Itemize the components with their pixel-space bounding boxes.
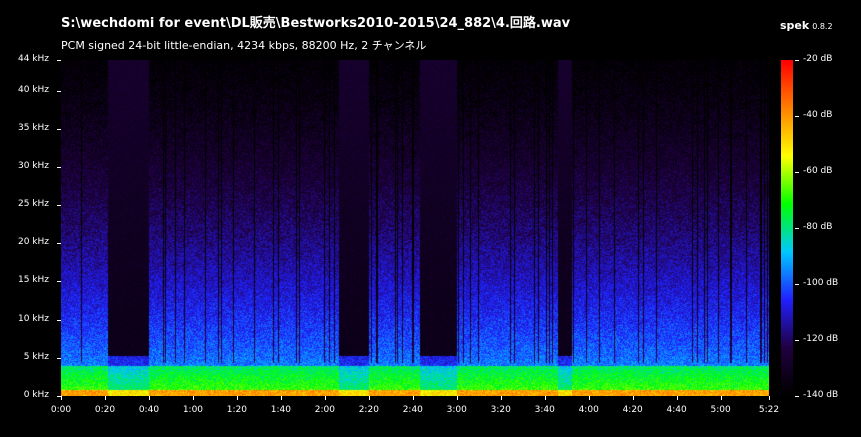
time-tick-label: 5:00 [710, 405, 731, 415]
time-tick-mark [325, 396, 326, 400]
db-tick-mark [795, 116, 799, 117]
time-tick-mark [769, 396, 770, 400]
time-tick-label: 3:40 [534, 405, 555, 415]
db-tick-label: -20 dB [803, 54, 833, 64]
time-tick-label: 0:40 [138, 405, 160, 415]
app-name: spek [780, 19, 810, 32]
app-version: 0.8.2 [812, 22, 833, 31]
db-tick-label: -60 dB [803, 166, 833, 176]
db-tick-mark [795, 284, 799, 285]
freq-tick-label: 40 kHz [17, 84, 49, 95]
time-tick-mark [369, 396, 370, 400]
time-tick-mark [237, 396, 238, 400]
time-tick-mark [149, 396, 150, 400]
time-tick-mark [281, 396, 282, 400]
time-tick-mark [721, 396, 722, 400]
time-tick-mark [501, 396, 502, 400]
freq-tick-label: 20 kHz [17, 237, 49, 248]
db-tick-label: -120 dB [803, 334, 839, 344]
time-tick-label: 1:00 [182, 405, 204, 415]
freq-tick-label: 44 kHz [17, 54, 49, 64]
freq-tick-label: 10 kHz [17, 313, 49, 324]
time-tick-mark [105, 396, 106, 400]
time-tick-mark [193, 396, 194, 400]
freq-tick-label: 25 kHz [17, 199, 49, 210]
db-tick-label: -80 dB [803, 222, 833, 232]
time-tick-label: 2:40 [402, 405, 423, 415]
time-tick-label: 4:40 [666, 405, 687, 415]
db-tick-mark [795, 340, 799, 341]
time-tick-label: 4:20 [622, 405, 643, 415]
freq-tick-label: 15 kHz [17, 275, 49, 286]
freq-tick-label: 0 kHz [23, 390, 49, 400]
freq-tick-mark [57, 205, 61, 206]
freq-tick-mark [57, 91, 61, 92]
freq-tick-mark [57, 320, 61, 321]
time-tick-mark [677, 396, 678, 400]
time-tick-mark [545, 396, 546, 400]
freq-tick-mark [57, 60, 61, 61]
freq-tick-mark [57, 281, 61, 282]
spectrogram-canvas[interactable] [61, 60, 769, 396]
freq-tick-mark [57, 129, 61, 130]
time-tick-mark [633, 396, 634, 400]
time-tick-label: 2:00 [314, 405, 335, 415]
time-tick-label: 1:20 [226, 405, 247, 415]
time-tick-mark [61, 396, 62, 400]
freq-tick-label: 5 kHz [23, 351, 49, 362]
time-tick-mark [413, 396, 414, 400]
db-tick-label: -140 dB [803, 390, 839, 400]
db-tick-label: -100 dB [803, 278, 839, 288]
db-color-scale [781, 60, 793, 396]
time-tick-label: 5:22 [758, 405, 780, 415]
time-tick-label: 2:20 [358, 405, 379, 415]
db-tick-mark [795, 60, 799, 61]
time-tick-label: 0:00 [50, 405, 72, 415]
db-tick-label: -40 dB [803, 110, 833, 120]
db-tick-mark [795, 228, 799, 229]
time-tick-label: 1:40 [270, 405, 291, 415]
freq-tick-label: 30 kHz [17, 160, 49, 171]
time-tick-label: 3:00 [446, 405, 467, 415]
freq-tick-mark [57, 358, 61, 359]
freq-tick-mark [57, 167, 61, 168]
time-tick-label: 3:20 [490, 405, 511, 415]
time-tick-label: 0:20 [94, 405, 116, 415]
time-tick-label: 4:00 [578, 405, 599, 415]
app-badge: spek 0.8.2 [780, 14, 833, 33]
time-tick-mark [457, 396, 458, 400]
time-tick-mark [589, 396, 590, 400]
db-tick-mark [795, 172, 799, 173]
file-path-title: S:\wechdomi for event\DL販売\Bestworks2010… [61, 16, 571, 31]
freq-tick-mark [57, 243, 61, 244]
audio-format-info: PCM signed 24-bit little-endian, 4234 kb… [61, 39, 427, 52]
freq-tick-label: 35 kHz [17, 122, 49, 133]
db-tick-mark [795, 396, 799, 397]
